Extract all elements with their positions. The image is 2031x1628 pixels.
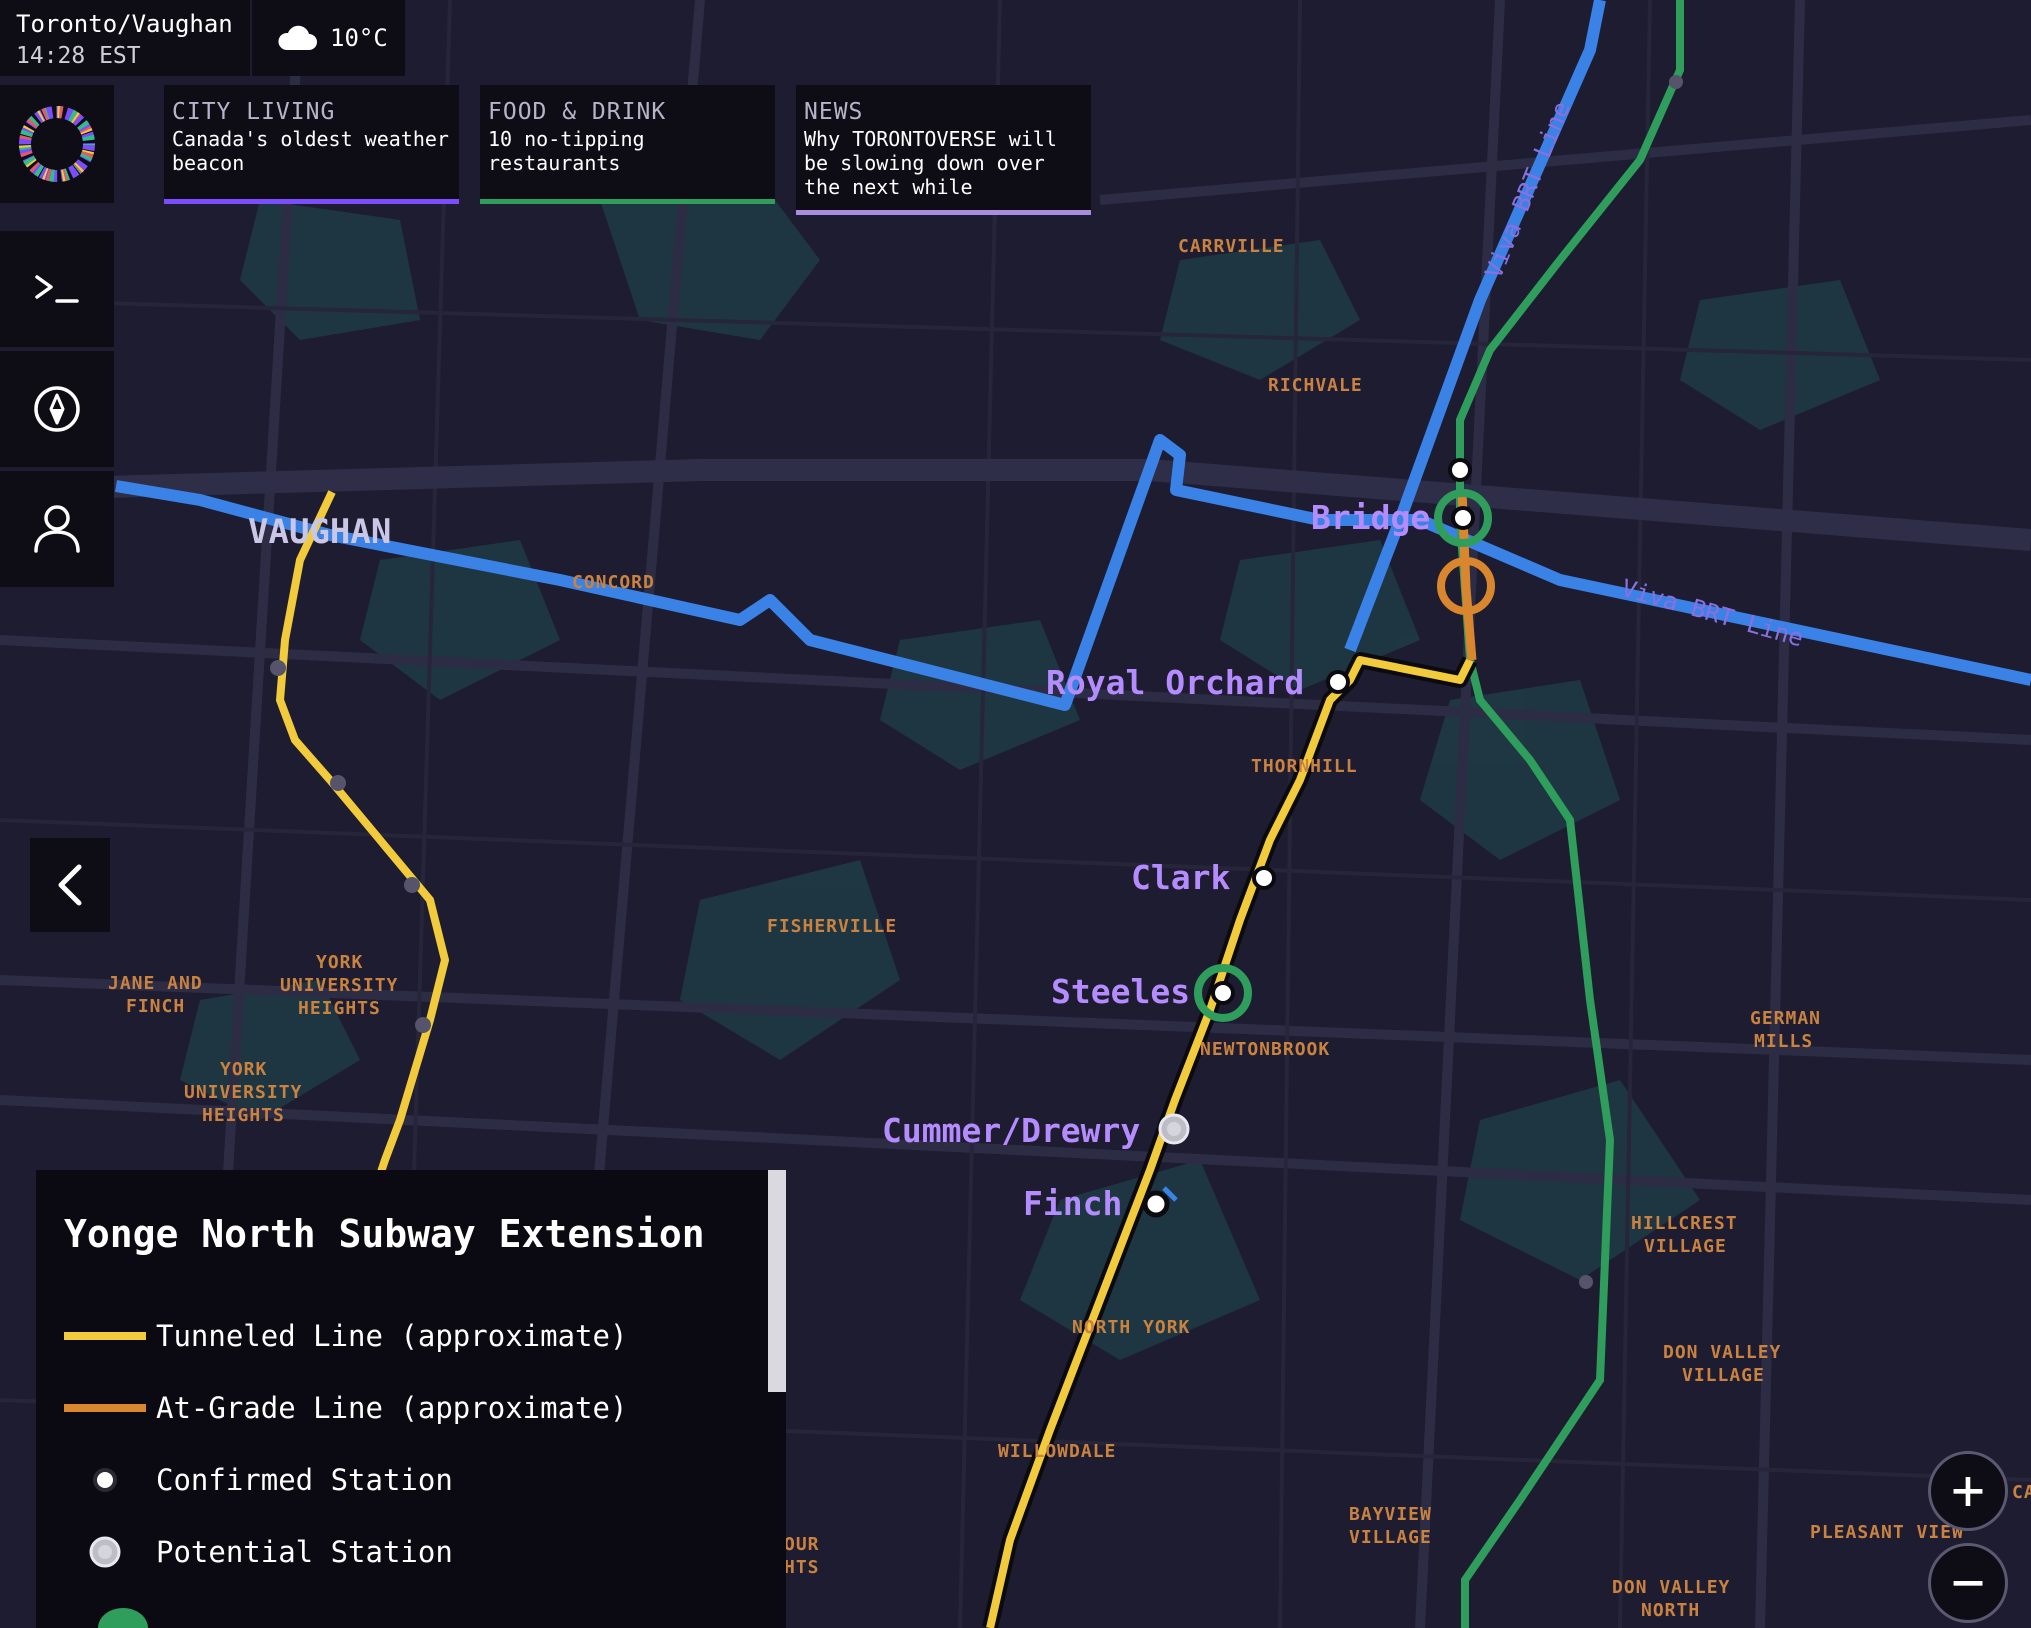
svg-text:JANE AND: JANE AND (108, 973, 203, 994)
svg-text:HILLCREST: HILLCREST (1631, 1213, 1738, 1234)
time-label: 14:28 EST (16, 43, 141, 69)
potential-station-inner (1167, 1122, 1181, 1136)
sidebar-item-explore[interactable] (0, 351, 114, 467)
label-fisherville: FISHERVILLE (767, 916, 897, 937)
location-label: Toronto/Vaughan (16, 10, 233, 38)
label-willowdale: WILLOWDALE (998, 1441, 1116, 1462)
location-time-box: Toronto/Vaughan 14:28 EST (0, 0, 250, 76)
svg-text:VILLAGE: VILLAGE (1644, 1236, 1727, 1257)
zoom-out-button[interactable]: − (1928, 1543, 2008, 1623)
news-accent-bar (164, 199, 459, 204)
legend-title: Yonge North Subway Extension (64, 1212, 705, 1256)
collapse-panel-button[interactable] (30, 838, 110, 932)
svg-text:DON VALLEY: DON VALLEY (1663, 1342, 1781, 1363)
svg-text:GERMAN: GERMAN (1750, 1008, 1821, 1029)
tunneled-swatch (64, 1332, 146, 1340)
legend-item-potential: Potential Station (64, 1516, 786, 1588)
station-marker[interactable] (1669, 75, 1683, 89)
svg-text:OUR: OUR (784, 1534, 820, 1555)
news-accent-bar (796, 210, 1091, 215)
interchange-station-swatch (98, 1608, 148, 1628)
legend-item-at-grade: At-Grade Line (approximate) (64, 1372, 786, 1444)
station-label-steeles: Steeles (1051, 972, 1190, 1011)
station-marker[interactable] (1448, 458, 1472, 482)
svg-text:UNIVERSITY: UNIVERSITY (280, 975, 398, 996)
svg-text:DON VALLEY: DON VALLEY (1612, 1577, 1730, 1598)
station-marker[interactable] (1211, 981, 1235, 1005)
label-thornhill: THORNHILL (1251, 756, 1358, 777)
news-headline: 10 no-tipping restaurants (488, 127, 645, 175)
svg-text:MILLS: MILLS (1754, 1031, 1813, 1052)
legend-item-tunneled: Tunneled Line (approximate) (64, 1300, 786, 1372)
station-marker[interactable] (1142, 1190, 1170, 1218)
label-pleasant-view: PLEASANT VIEW (1810, 1522, 1964, 1543)
at-grade-swatch (64, 1404, 146, 1412)
svg-text:HTS: HTS (784, 1557, 820, 1578)
news-headline: Why TORONTOVERSE will be slowing down ov… (804, 127, 1057, 199)
label-north-york: NORTH YORK (1072, 1317, 1190, 1338)
station-marker[interactable] (270, 660, 286, 676)
news-card-city-living[interactable]: CITY LIVING Canada's oldest weather beac… (164, 85, 459, 204)
svg-text:HEIGHTS: HEIGHTS (202, 1105, 285, 1126)
terminal-icon (35, 275, 79, 303)
legend-label: Tunneled Line (approximate) (156, 1319, 628, 1353)
svg-text:YORK: YORK (220, 1059, 267, 1080)
user-icon (34, 505, 80, 553)
svg-text:UNIVERSITY: UNIVERSITY (184, 1082, 302, 1103)
label-richvale: RICHVALE (1268, 375, 1363, 396)
label-concord: CONCORD (572, 572, 655, 593)
news-category: FOOD & DRINK (488, 99, 667, 125)
svg-text:YORK: YORK (316, 952, 363, 973)
potential-station-icon (89, 1536, 121, 1568)
station-label-royal-orchard: Royal Orchard (1046, 663, 1304, 702)
station-marker[interactable] (404, 877, 420, 893)
label-carrville: CARRVILLE (1178, 236, 1285, 257)
station-marker[interactable] (1451, 506, 1475, 530)
map-view[interactable]: CARRVILLE RICHVALE CONCORD THORNHILL FIS… (0, 0, 2031, 1628)
station-marker[interactable] (330, 775, 346, 791)
logo-ring-icon (19, 106, 95, 182)
station-label-cummer-drewry: Cummer/Drewry (882, 1111, 1140, 1150)
legend-item-confirmed: Confirmed Station (64, 1444, 786, 1516)
news-headline: Canada's oldest weather beacon (172, 127, 449, 175)
svg-text:CA: CA (2012, 1482, 2031, 1503)
station-marker[interactable] (1252, 866, 1276, 890)
sidebar-item-terminal[interactable] (0, 231, 114, 347)
chevron-left-icon (58, 864, 82, 906)
svg-text:VILLAGE: VILLAGE (1682, 1365, 1765, 1386)
weather-box: 10°C (252, 0, 405, 76)
station-marker[interactable] (1326, 670, 1350, 694)
svg-text:VILLAGE: VILLAGE (1349, 1527, 1432, 1548)
news-card-food-drink[interactable]: FOOD & DRINK 10 no-tipping restaurants (480, 85, 775, 204)
svg-text:BAYVIEW: BAYVIEW (1349, 1504, 1432, 1525)
news-category: CITY LIVING (172, 99, 336, 125)
label-newtonbrook: NEWTONBROOK (1200, 1039, 1330, 1060)
confirmed-station-icon (93, 1468, 117, 1492)
legend-scrollbar[interactable] (768, 1170, 786, 1392)
station-label-finch: Finch (1023, 1184, 1122, 1223)
legend-label: At-Grade Line (approximate) (156, 1391, 628, 1425)
cloud-icon (278, 25, 317, 50)
news-accent-bar (480, 199, 775, 204)
legend-label: Confirmed Station (156, 1463, 453, 1497)
legend-panel[interactable]: Yonge North Subway Extension Tunneled Li… (36, 1170, 786, 1628)
compass-icon (34, 386, 80, 432)
news-category: NEWS (804, 99, 864, 125)
svg-text:FINCH: FINCH (126, 996, 185, 1017)
news-card-news[interactable]: NEWS Why TORONTOVERSE will be slowing do… (796, 85, 1091, 215)
station-label-bridge: Bridge (1311, 498, 1430, 537)
svg-text:HEIGHTS: HEIGHTS (298, 998, 381, 1019)
legend-label: Potential Station (156, 1535, 453, 1569)
zoom-in-button[interactable]: + (1928, 1451, 2008, 1531)
station-label-clark: Clark (1131, 858, 1230, 897)
city-label: VAUGHAN (248, 512, 391, 552)
svg-text:NORTH: NORTH (1641, 1600, 1700, 1621)
station-marker[interactable] (1579, 1275, 1593, 1289)
app-logo[interactable] (0, 85, 114, 203)
sidebar-item-profile[interactable] (0, 471, 114, 587)
temperature-label: 10°C (330, 24, 388, 52)
station-marker[interactable] (415, 1017, 431, 1033)
